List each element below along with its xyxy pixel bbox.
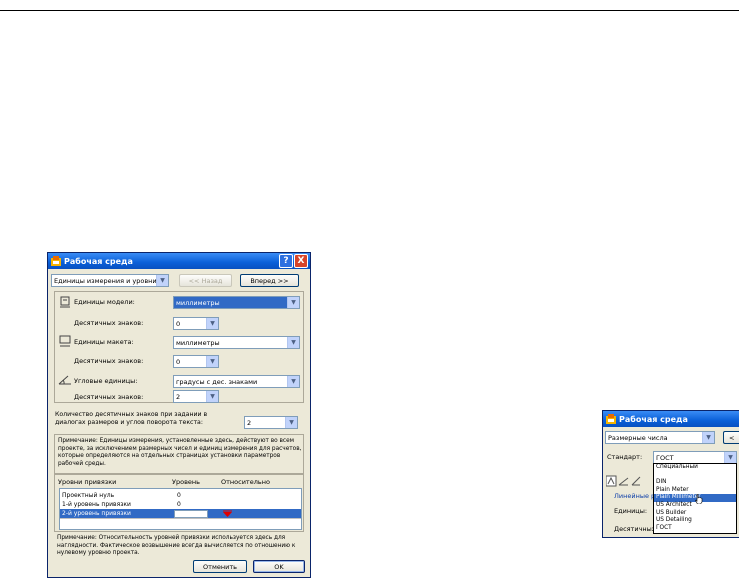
level-value-input[interactable]	[174, 509, 208, 518]
model-units-label: Единицы модели:	[74, 298, 135, 306]
angle-decimals-value: 2	[176, 392, 181, 401]
angle-units-combo[interactable]: градусы с дес. знаками ▼	[173, 375, 300, 388]
chevron-down-icon	[223, 510, 232, 517]
dim-decimals-label: Количество десятичных знаков при задании…	[55, 411, 208, 426]
table-row[interactable]: 1-й уровень привязки 0	[60, 500, 301, 509]
levels-header-relative: Относительно	[221, 478, 270, 486]
back-button[interactable]: << Назад	[179, 274, 232, 287]
level-name: 1-й уровень привязки	[62, 501, 131, 508]
section-combo-value: Размерные числа	[608, 433, 668, 442]
level-name: 2-й уровень привязки	[62, 510, 131, 517]
dropdown-option[interactable]	[654, 472, 736, 480]
layout-units-combo[interactable]: миллиметры ▼	[173, 336, 300, 349]
angle-decimals-label: Десятичных знаков:	[74, 393, 144, 401]
levels-panel: Уровни привязки Уровень Относительно Про…	[54, 474, 304, 532]
ok-button[interactable]: OK	[253, 560, 305, 573]
standard-label: Стандарт:	[607, 453, 643, 461]
workspace-dialog-2: Рабочая среда Размерные числа ▼ < Станда…	[602, 410, 739, 538]
angle-units-label: Угловые единицы:	[74, 377, 138, 385]
model-units-value: миллиметры	[176, 298, 220, 307]
help-button[interactable]: ?	[279, 254, 293, 268]
table-row[interactable]: Проектный нуль 0	[60, 491, 301, 500]
dim-decimals-value: 2	[247, 418, 252, 427]
chevron-down-icon: ▼	[206, 391, 218, 402]
relative-dropdown[interactable]	[211, 509, 244, 518]
dropdown-option[interactable]: Специальный	[654, 464, 736, 472]
close-button[interactable]: X	[294, 254, 308, 268]
layout-units-icon	[59, 335, 71, 347]
chevron-down-icon: ▼	[287, 376, 299, 387]
layout-decimals-label: Десятичных знаков:	[74, 357, 144, 365]
layout-units-value: миллиметры	[176, 338, 220, 347]
chevron-down-icon: ▼	[287, 297, 299, 308]
back-button[interactable]: <	[723, 431, 739, 444]
dropdown-option[interactable]: US Builder	[654, 510, 736, 518]
model-units-combo[interactable]: миллиметры ▼	[173, 296, 300, 309]
units-label: Единицы:	[614, 507, 648, 515]
layout-units-label: Единицы макета:	[74, 338, 134, 346]
levels-header-name: Уровни привязки	[58, 478, 117, 486]
levels-table[interactable]: Проектный нуль 0 1-й уровень привязки 0 …	[59, 488, 302, 530]
dropdown-option[interactable]: US Detailing	[654, 517, 736, 525]
layout-decimals-combo[interactable]: 0 ▼	[173, 355, 219, 368]
hand-cursor-icon	[695, 493, 703, 506]
chevron-down-icon: ▼	[724, 452, 736, 463]
chevron-down-icon: ▼	[702, 432, 714, 443]
model-units-icon	[59, 296, 71, 308]
chevron-down-icon: ▼	[285, 417, 297, 428]
table-empty-row	[60, 518, 301, 527]
dim-decimals-combo[interactable]: 2 ▼	[244, 416, 298, 429]
standard-dropdown-list[interactable]: Специальный DIN Plain Meter Plain Millim…	[653, 463, 737, 534]
standard-value: ГОСТ	[656, 453, 674, 462]
levels-header-level: Уровень	[172, 478, 200, 486]
section-combo-value: Единицы измерения и уровни	[54, 276, 157, 285]
note1-panel: Примечание: Единицы измерения, установле…	[54, 434, 304, 474]
title-bar[interactable]: Рабочая среда ? X	[48, 253, 310, 269]
angle-units-value: градусы с дес. знаками	[176, 377, 258, 386]
table-row[interactable]: 2-й уровень привязки	[60, 509, 301, 518]
chevron-down-icon: ▼	[206, 318, 218, 329]
section-combo[interactable]: Единицы измерения и уровни ▼	[51, 274, 169, 287]
title-bar[interactable]: Рабочая среда	[603, 411, 739, 427]
note2-text: Примечание: Относительность уровней прив…	[57, 535, 296, 556]
workspace-dialog: Рабочая среда ? X Единицы измерения и ур…	[47, 252, 311, 578]
cancel-button[interactable]: Отменить	[193, 560, 247, 573]
chevron-down-icon: ▼	[156, 275, 168, 286]
dropdown-option[interactable]: DIN	[654, 479, 736, 487]
level-name: Проектный нуль	[62, 492, 115, 499]
section-combo[interactable]: Размерные числа ▼	[605, 431, 715, 444]
chevron-down-icon: ▼	[206, 356, 218, 367]
model-decimals-value: 0	[176, 319, 181, 328]
archicad-icon	[606, 414, 616, 424]
model-decimals-label: Десятичных знаков:	[74, 319, 144, 327]
layout-decimals-value: 0	[176, 357, 181, 366]
chevron-down-icon: ▼	[287, 337, 299, 348]
model-decimals-combo[interactable]: 0 ▼	[173, 317, 219, 330]
level-value: 0	[177, 492, 181, 499]
dialog-title: Рабочая среда	[64, 256, 133, 266]
units-panel: Единицы модели: миллиметры ▼ Десятичных …	[54, 291, 304, 403]
note1-text: Примечание: Единицы измерения, установле…	[58, 438, 302, 467]
top-rule	[0, 10, 739, 11]
dimension-tools-icon	[605, 475, 646, 487]
angle-decimals-combo[interactable]: 2 ▼	[173, 390, 219, 403]
forward-button[interactable]: Вперед >>	[240, 274, 299, 287]
dialog-title: Рабочая среда	[619, 414, 688, 424]
dropdown-option[interactable]: ГОСТ	[654, 525, 736, 533]
angle-units-icon	[58, 374, 72, 386]
level-value: 0	[177, 501, 181, 508]
archicad-icon	[51, 256, 61, 266]
